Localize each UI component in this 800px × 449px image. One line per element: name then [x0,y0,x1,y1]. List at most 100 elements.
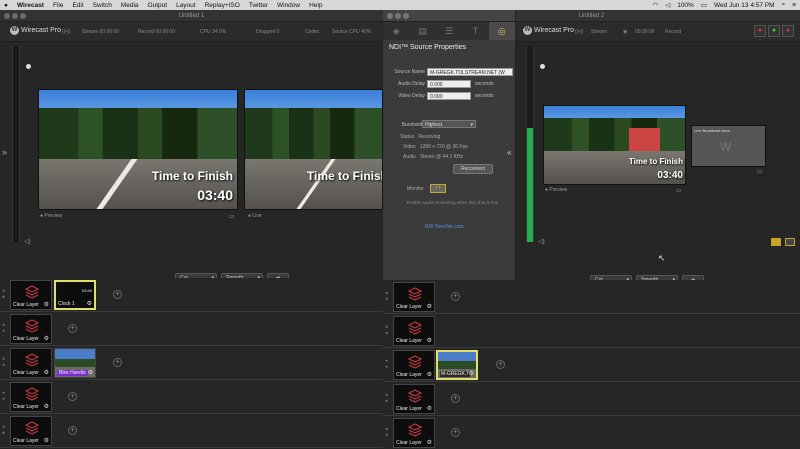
gear-icon[interactable]: ⚙ [427,439,432,446]
collapse-panel-chevron-icon[interactable]: « [507,148,511,157]
layer-toggle-icon[interactable]: ◂ ◂ [2,390,5,402]
layer-toggle-icon[interactable]: ◂ ◂ [2,322,5,334]
gear-icon[interactable]: ⚙ [44,437,49,444]
tab-shield-icon[interactable]: ◈ [383,22,409,40]
gear-icon[interactable]: ⚙ [44,335,49,342]
menu-twitter[interactable]: Twitter [249,2,268,9]
search-icon[interactable]: ⌕ [782,1,786,9]
clock[interactable]: Wed Jun 13 4:57 PM [714,2,775,9]
gear-icon[interactable]: ⚙ [44,369,49,376]
left-zoom-button[interactable] [20,13,26,19]
layer-toggle-icon[interactable]: ◂ ◂ [385,324,388,336]
right-stop-icon[interactable]: ● [754,25,766,37]
menu-window[interactable]: Window [277,2,300,9]
add-shot-button[interactable]: + [496,360,505,369]
left-shot-clear-layer-4[interactable]: Clear Layer ⚙ [10,382,52,412]
add-shot-button[interactable]: + [451,428,460,437]
left-shot-bike-handle[interactable]: Bike Handle ⚙ [54,348,96,378]
tab-source-icon[interactable]: ◎ [488,22,516,40]
left-shot-clock-1[interactable]: 03:40 Clock 1 ⚙ [54,280,96,310]
add-shot-button[interactable]: + [451,394,460,403]
menu-file[interactable]: File [53,2,63,9]
add-shot-button[interactable]: + [113,358,122,367]
right-live-monitor[interactable]: Live Broadcast Area W [691,125,766,167]
left-shot-clear-layer-1[interactable]: Clear Layer ⚙ [10,280,52,310]
left-speaker-icon[interactable]: ◁) [24,238,31,245]
battery-icon[interactable]: ▭ [701,1,707,9]
left-close-button[interactable] [4,13,10,19]
left-preview-monitor[interactable]: Time to Finish 03:40 [38,89,238,210]
right-record-icon[interactable]: ◉ [623,29,627,35]
ndi-close-button[interactable] [387,13,393,19]
right-preview-monitor[interactable]: Time to Finish 03:40 [543,105,686,185]
gear-icon[interactable]: ⚙ [44,301,49,308]
menu-edit[interactable]: Edit [72,2,83,9]
add-shot-button[interactable]: + [68,324,77,333]
left-shot-clear-layer-3[interactable]: Clear Layer ⚙ [10,348,52,378]
apple-menu-icon[interactable]: ● [4,2,8,9]
add-shot-button[interactable]: + [68,426,77,435]
audio-delay-field[interactable]: 0.000 [427,80,471,88]
left-shot-clear-layer-5[interactable]: Clear Layer ⚙ [10,416,52,446]
layer-toggle-icon[interactable]: ◂ ◂ [385,426,388,438]
gear-icon[interactable]: ⚙ [427,371,432,378]
menu-media[interactable]: Media [121,2,139,9]
layer-toggle-icon[interactable]: ◂ ◂ [385,358,388,370]
left-minimize-button[interactable] [12,13,18,19]
right-headphones-icon[interactable] [785,238,795,246]
tab-text-icon[interactable]: T [462,22,488,40]
left-collapse-chevron-icon[interactable]: » [2,147,7,157]
right-shot-clear-layer-2[interactable]: Clear Layer ⚙ [393,316,435,346]
gear-icon[interactable]: ⚙ [427,303,432,310]
reconnect-button[interactable]: Reconnect [453,164,493,174]
right-shot-clear-layer-4[interactable]: Clear Layer ⚙ [393,384,435,414]
tab-layout-icon[interactable]: ▤ [409,22,435,40]
right-volume-knob[interactable] [540,64,545,69]
left-broadcast-icon[interactable]: ((•)) [62,29,70,35]
right-alert-icon[interactable]: ● [782,25,794,37]
layer-toggle-icon[interactable]: ◂ ◂ [385,290,388,302]
left-volume-knob[interactable] [26,64,31,69]
menu-switch[interactable]: Switch [93,2,112,9]
left-live-monitor[interactable]: Time to Finish [244,89,383,210]
menu-list-icon[interactable]: ≡ [792,2,796,9]
right-preview-monitor-icon[interactable]: ▭ [676,187,682,194]
tab-sliders-icon[interactable]: ☰ [436,22,462,40]
ndi-minimize-button[interactable] [395,13,401,19]
right-shot-clear-layer-1[interactable]: Clear Layer ⚙ [393,282,435,312]
menu-output[interactable]: Output [148,2,168,9]
source-name-field[interactable]: M-GREGK.TOLSTREAM.NET (W [427,68,513,76]
menu-app-name[interactable]: Wirecast [17,2,44,9]
ndi-website-link[interactable]: NDI NewTek.com [425,224,464,230]
right-audio-toggle-icon[interactable] [771,238,781,246]
layer-toggle-icon[interactable]: ◂ ◂ [385,392,388,404]
gear-icon[interactable]: ⚙ [87,300,92,307]
right-speaker-icon[interactable]: ◁) [538,238,545,245]
left-window-titlebar[interactable]: Untitled 1 [0,10,383,22]
right-shot-clear-layer-5[interactable]: Clear Layer ⚙ [393,418,435,448]
add-shot-button[interactable]: + [68,392,77,401]
gear-icon[interactable]: ⚙ [427,337,432,344]
add-shot-button[interactable]: + [451,292,460,301]
layer-toggle-icon[interactable]: ◂ ◂ [2,288,5,300]
right-shot-ndi-source[interactable]: M-GREGK.T ⚙ [436,350,478,380]
layer-toggle-icon[interactable]: ◂ ◂ [2,356,5,368]
gear-icon[interactable]: ⚙ [88,369,93,376]
monitor-toggle[interactable]: ◖◗ [430,184,446,193]
right-go-icon[interactable]: ● [768,25,780,37]
add-shot-button[interactable]: + [113,290,122,299]
gear-icon[interactable]: ⚙ [427,405,432,412]
volume-icon[interactable]: ◁ [665,1,670,9]
gear-icon[interactable]: ⚙ [469,370,474,377]
menu-replay-iso[interactable]: Replay+ISO [205,2,240,9]
wifi-icon[interactable]: ◠ [653,1,659,9]
left-audio-meter[interactable] [12,46,20,242]
left-preview-monitor-icon[interactable]: ▭ [229,213,235,220]
layer-toggle-icon[interactable]: ◂ ◂ [2,424,5,436]
ndi-zoom-button[interactable] [403,13,409,19]
bandwidth-select[interactable]: Highest ▾ [422,120,476,128]
right-live-monitor-icon[interactable]: ▭ [757,168,763,175]
gear-icon[interactable]: ⚙ [44,403,49,410]
video-delay-field[interactable]: 0.000 [427,92,471,100]
right-broadcast-icon[interactable]: ((•)) [575,29,583,35]
